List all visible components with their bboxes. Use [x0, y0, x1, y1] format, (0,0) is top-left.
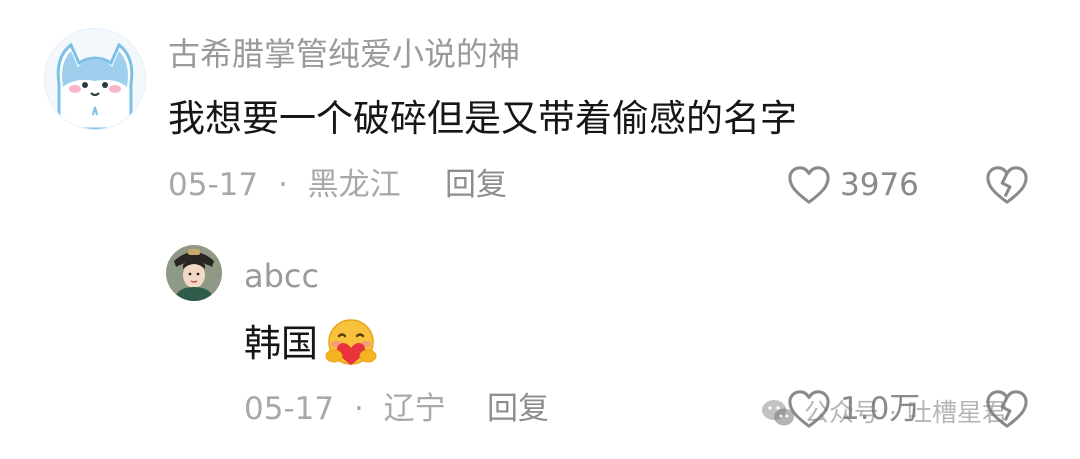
- meta-separator: ·: [277, 167, 288, 203]
- cat-avatar-icon: [45, 29, 145, 129]
- comment-location: 黑龙江: [307, 167, 401, 203]
- watermark: 公众号 · 吐槽星君: [760, 396, 1007, 430]
- portrait-avatar-icon: [166, 245, 222, 301]
- reply-date: 05-17: [244, 391, 335, 427]
- hugging-heart-emoji: [325, 319, 377, 365]
- reply-meta: 05-17 · 辽宁: [244, 389, 446, 429]
- comment-date: 05-17: [168, 167, 259, 203]
- like-count: 3976: [840, 167, 919, 203]
- meta-separator: ·: [353, 391, 364, 427]
- avatar[interactable]: [44, 28, 146, 130]
- comment-text: 我想要一个破碎但是又带着偷感的名字: [168, 97, 797, 140]
- wechat-icon: [762, 400, 794, 426]
- reply-text: 韩国: [244, 322, 318, 365]
- reply-location: 辽宁: [383, 391, 446, 427]
- dislike-button[interactable]: [984, 164, 1030, 210]
- reply-username[interactable]: abcc: [244, 256, 319, 296]
- reply-text-row: 韩国: [244, 318, 382, 370]
- watermark-label: 公众号: [804, 398, 880, 427]
- broken-heart-icon: [986, 166, 1028, 204]
- comment-thread: 古希腊掌管纯爱小说的神 我想要一个破碎但是又带着偷感的名字 05-17 · 黑龙…: [0, 0, 1080, 459]
- comment-username[interactable]: 古希腊掌管纯爱小说的神: [168, 34, 520, 74]
- watermark-separator: ·: [889, 398, 897, 427]
- heart-outline-icon: [788, 166, 830, 204]
- comment-meta: 05-17 · 黑龙江: [168, 165, 401, 205]
- like-button[interactable]: 3976: [786, 165, 919, 205]
- reply-avatar[interactable]: [166, 245, 222, 301]
- reply-reply-button[interactable]: 回复: [487, 389, 549, 429]
- watermark-name: 吐槽星君: [906, 398, 1007, 427]
- reply-button[interactable]: 回复: [445, 165, 507, 205]
